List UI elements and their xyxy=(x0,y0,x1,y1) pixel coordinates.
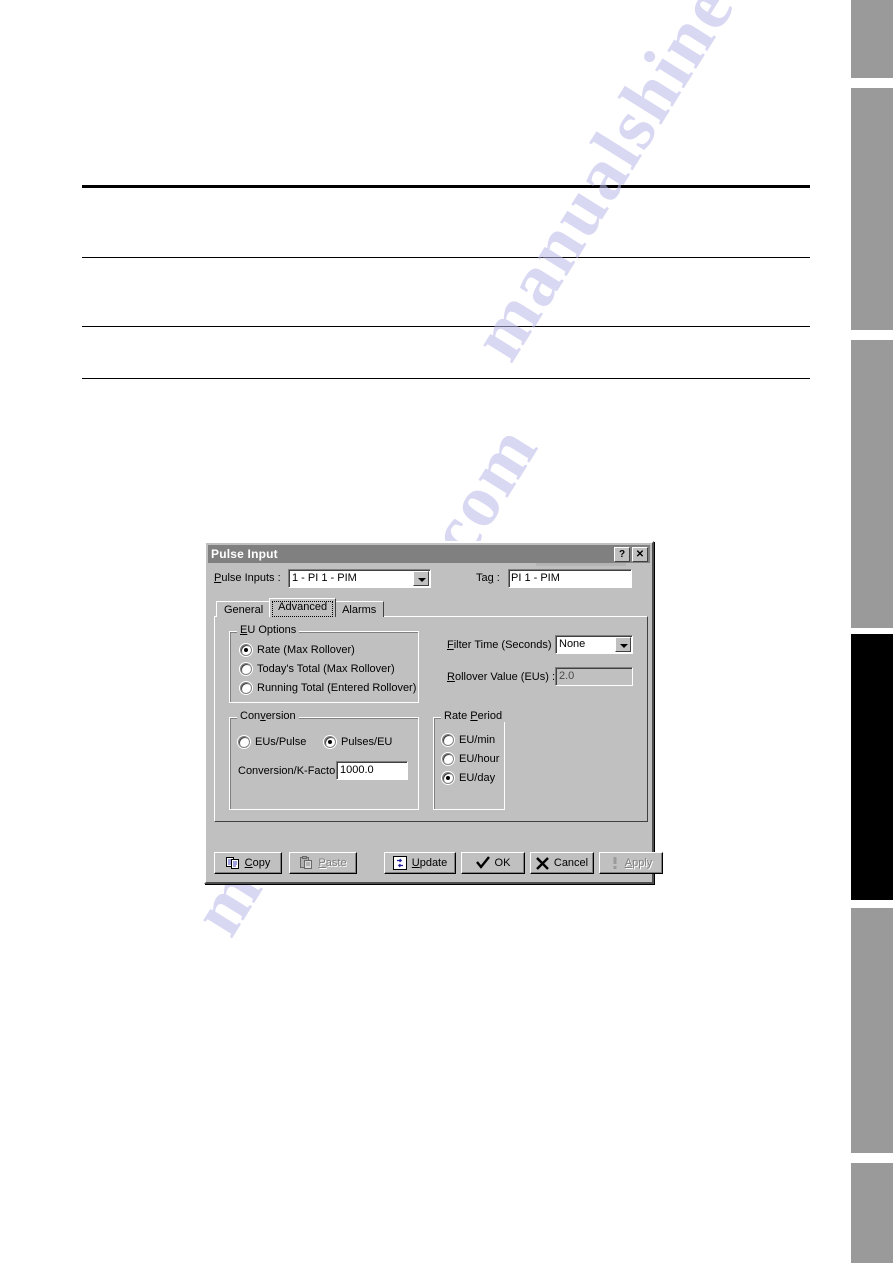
edge-tab-5 xyxy=(851,908,893,1153)
radio-eus-per-pulse[interactable]: EUs/Pulse xyxy=(238,736,306,748)
radio-label: EU/hour xyxy=(459,753,500,765)
update-button[interactable]: Update xyxy=(384,852,456,874)
horizontal-rule xyxy=(82,378,810,379)
scan-artifact xyxy=(536,563,626,566)
copy-button-label: Copy xyxy=(244,857,271,869)
edge-tab-4-active xyxy=(851,634,893,900)
filter-time-label: Filter Time (Seconds) : xyxy=(447,639,558,651)
help-icon[interactable]: ? xyxy=(614,546,630,562)
paste-icon xyxy=(300,856,313,869)
radio-label: Today's Total (Max Rollover) xyxy=(257,663,395,675)
dialog-tabstrip: General Advanced Alarms xyxy=(216,598,385,617)
cancel-button[interactable]: Cancel xyxy=(530,852,594,874)
radio-icon xyxy=(442,772,454,784)
x-icon xyxy=(536,856,549,870)
conversion-title: Conversion xyxy=(237,711,299,722)
radio-eu-per-min[interactable]: EU/min xyxy=(442,734,495,746)
dialog-titlebar[interactable]: Pulse Input ? ✕ xyxy=(208,545,650,563)
radio-eu-per-day[interactable]: EU/day xyxy=(442,772,495,784)
tab-advanced-label: Advanced xyxy=(278,601,328,613)
radio-label: EU/min xyxy=(459,734,496,746)
kfactor-input[interactable]: 1000.0 xyxy=(336,761,408,780)
radio-label: Rate (Max Rollover) xyxy=(257,644,355,656)
radio-label: Running Total (Entered Rollover) xyxy=(257,682,417,694)
horizontal-rule xyxy=(82,257,810,258)
conversion-group: Conversion EUs/Pulse Pulses/EU Conversio… xyxy=(229,711,419,810)
paste-button-label: Paste xyxy=(318,857,347,869)
ok-button[interactable]: OK xyxy=(461,852,525,874)
radio-todays-total[interactable]: Today's Total (Max Rollover) xyxy=(240,663,395,675)
edge-tab-1 xyxy=(851,0,893,78)
document-page: Pulse Input ? ✕ Pulse Inputs : 1 - PI 1 … xyxy=(0,0,893,1263)
tag-label: Tag : xyxy=(476,572,500,584)
radio-icon xyxy=(442,734,454,746)
paste-button[interactable]: Paste xyxy=(289,852,357,874)
dialog-button-bar: Copy Paste Update OK Cancel Apply xyxy=(208,846,663,880)
tab-alarms[interactable]: Alarms xyxy=(334,601,385,617)
horizontal-rule xyxy=(82,326,810,327)
radio-eu-per-hour[interactable]: EU/hour xyxy=(442,753,499,765)
dialog-title: Pulse Input xyxy=(211,547,278,561)
cancel-button-label: Cancel xyxy=(553,857,589,869)
rollover-value-label: Rollover Value (EUs) : xyxy=(447,671,556,683)
radio-label: EU/day xyxy=(459,772,496,784)
pulse-inputs-value: 1 - PI 1 - PIM xyxy=(292,572,357,584)
radio-label: Pulses/EU xyxy=(341,736,393,748)
radio-icon xyxy=(238,736,250,748)
tab-advanced[interactable]: Advanced xyxy=(269,598,337,617)
kfactor-label: Conversion/K-Factor : xyxy=(238,765,345,777)
pulse-input-dialog: Pulse Input ? ✕ Pulse Inputs : 1 - PI 1 … xyxy=(204,541,663,884)
close-icon[interactable]: ✕ xyxy=(632,546,648,562)
radio-icon xyxy=(240,682,252,694)
radio-rate-max-rollover[interactable]: Rate (Max Rollover) xyxy=(240,644,355,656)
tab-general[interactable]: General xyxy=(216,601,272,617)
rate-period-title: Rate Period xyxy=(441,711,506,722)
edge-tab-3 xyxy=(851,340,893,628)
radio-icon xyxy=(442,753,454,765)
rollover-value-input[interactable]: 2.0 xyxy=(555,667,633,686)
filter-time-value: None xyxy=(559,638,586,650)
radio-icon xyxy=(240,644,252,656)
edge-tab-2 xyxy=(851,88,893,330)
radio-pulses-per-eu[interactable]: Pulses/EU xyxy=(324,736,392,748)
edge-tab-6 xyxy=(851,1163,893,1263)
eu-options-group: EU Options Rate (Max Rollover) Today's T… xyxy=(229,625,419,703)
eu-options-title: EU Options xyxy=(237,625,300,636)
update-button-label: Update xyxy=(411,857,448,869)
apply-button-label: Apply xyxy=(624,857,653,869)
refresh-icon xyxy=(392,856,407,870)
radio-icon xyxy=(324,736,336,748)
radio-icon xyxy=(240,663,252,675)
chevron-down-icon[interactable] xyxy=(413,571,429,586)
advanced-tab-panel: EU Options Rate (Max Rollover) Today's T… xyxy=(214,616,648,822)
horizontal-rule xyxy=(82,185,810,188)
radio-running-total[interactable]: Running Total (Entered Rollover) xyxy=(240,682,416,694)
rate-period-group: Rate Period EU/min EU/hour EU/day xyxy=(433,711,506,810)
copy-icon xyxy=(225,857,239,869)
filter-time-select[interactable]: None xyxy=(555,635,633,654)
radio-label: EUs/Pulse xyxy=(255,736,307,748)
exclaim-icon xyxy=(613,857,617,869)
dialog-top-row: Pulse Inputs : 1 - PI 1 - PIM Tag : PI 1… xyxy=(214,569,646,589)
tag-input[interactable]: PI 1 - PIM xyxy=(508,569,632,588)
apply-button[interactable]: Apply xyxy=(599,852,663,874)
ok-button-label: OK xyxy=(494,857,511,869)
check-icon xyxy=(475,856,490,869)
copy-button[interactable]: Copy xyxy=(214,852,282,874)
chevron-down-icon[interactable] xyxy=(615,637,631,652)
pulse-inputs-select[interactable]: 1 - PI 1 - PIM xyxy=(288,569,431,588)
